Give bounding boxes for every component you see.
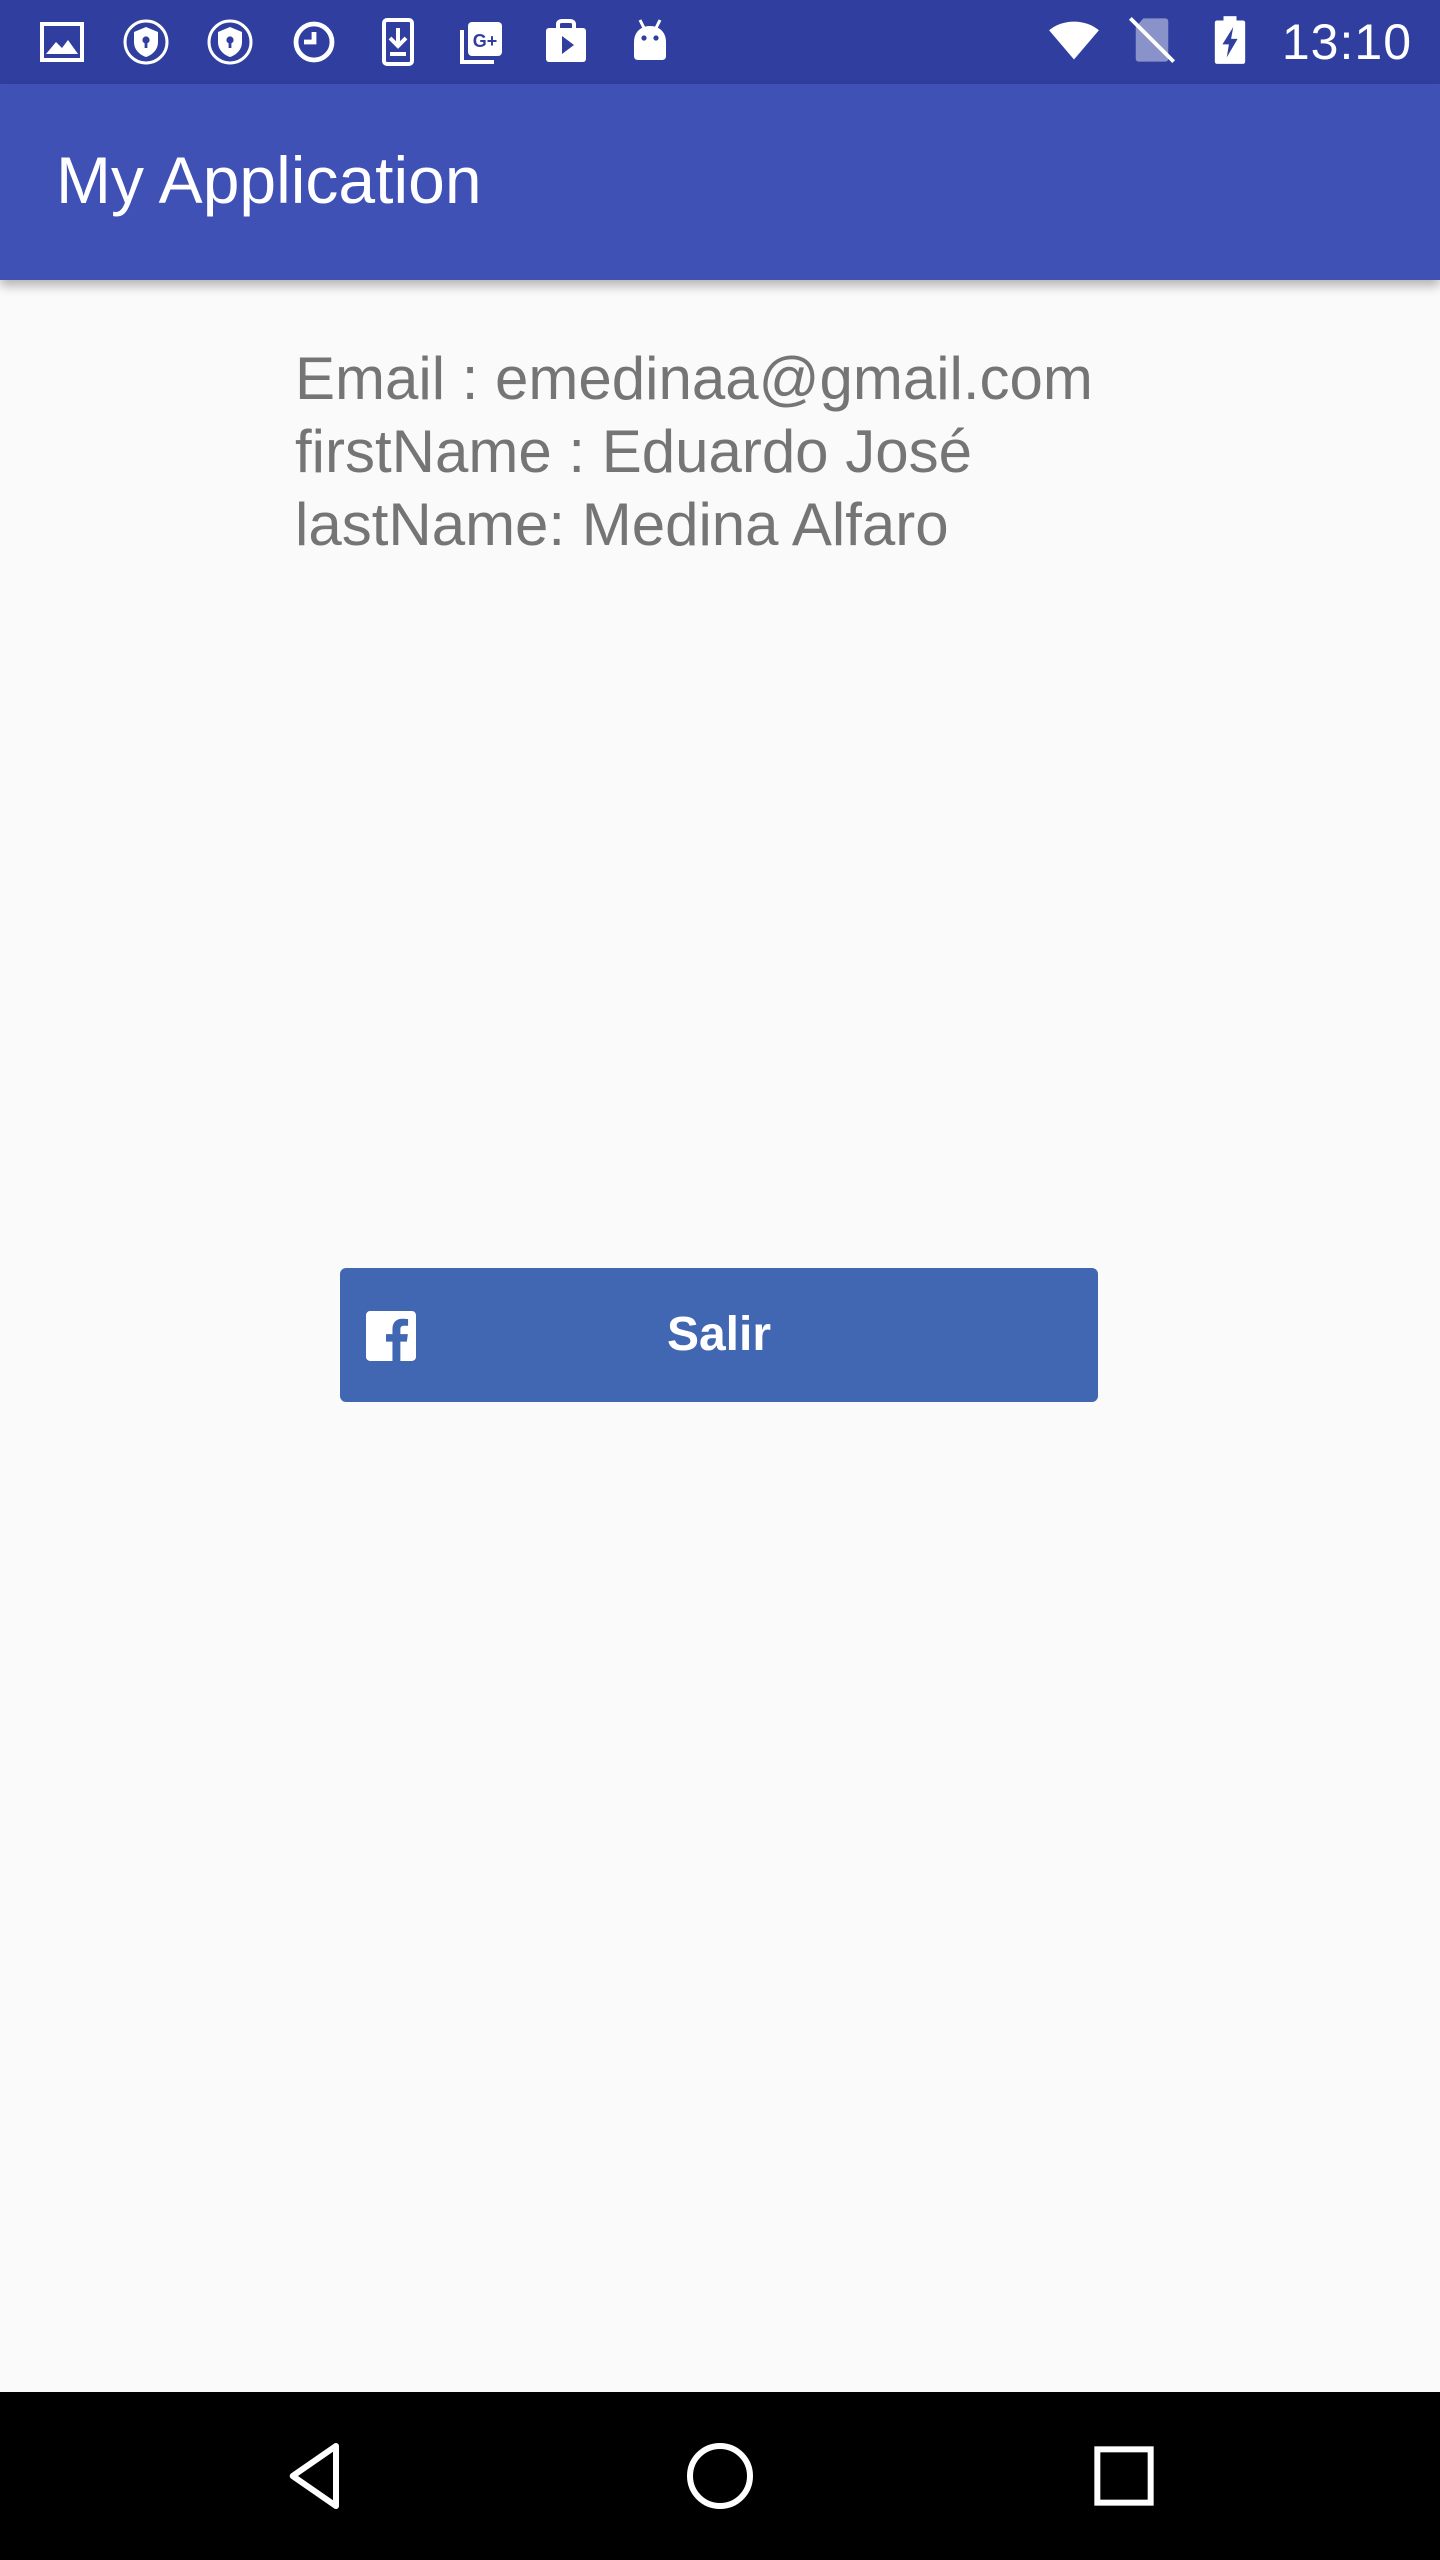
status-bar: G+ 13:10 xyxy=(0,0,1440,84)
no-sim-icon xyxy=(1126,14,1178,71)
notification-icons: G+ xyxy=(38,12,710,72)
facebook-logout-button[interactable]: Salir xyxy=(340,1268,1098,1402)
navigation-bar xyxy=(0,2392,1440,2560)
back-icon[interactable] xyxy=(276,2436,356,2516)
google-plus-icon: G+ xyxy=(458,12,542,72)
app-bar: My Application xyxy=(0,84,1440,280)
logout-button-label: Salir xyxy=(666,1308,772,1361)
vpn-shield-icon xyxy=(206,12,290,72)
alarm-clock-icon xyxy=(290,12,374,72)
home-icon[interactable] xyxy=(680,2436,760,2516)
wifi-icon xyxy=(1048,14,1100,71)
system-status: 13:10 xyxy=(1048,0,1412,84)
main-content: Email : emedinaa@gmail.com firstName : E… xyxy=(0,280,1440,2392)
app-title: My Application xyxy=(56,143,482,217)
clock: 13:10 xyxy=(1281,14,1412,70)
download-icon xyxy=(374,12,458,72)
svg-text:G+: G+ xyxy=(473,31,498,51)
image-icon xyxy=(38,12,122,72)
recents-icon[interactable] xyxy=(1084,2436,1164,2516)
last-name-text: lastName: Medina Alfaro xyxy=(295,491,949,558)
play-store-icon xyxy=(542,12,626,72)
battery-charging-icon xyxy=(1204,14,1256,71)
profile-info: Email : emedinaa@gmail.com firstName : E… xyxy=(295,342,1093,561)
vpn-shield-icon xyxy=(122,12,206,72)
email-text: Email : emedinaa@gmail.com xyxy=(295,345,1093,412)
android-icon xyxy=(626,12,710,72)
first-name-text: firstName : Eduardo José xyxy=(295,418,972,485)
